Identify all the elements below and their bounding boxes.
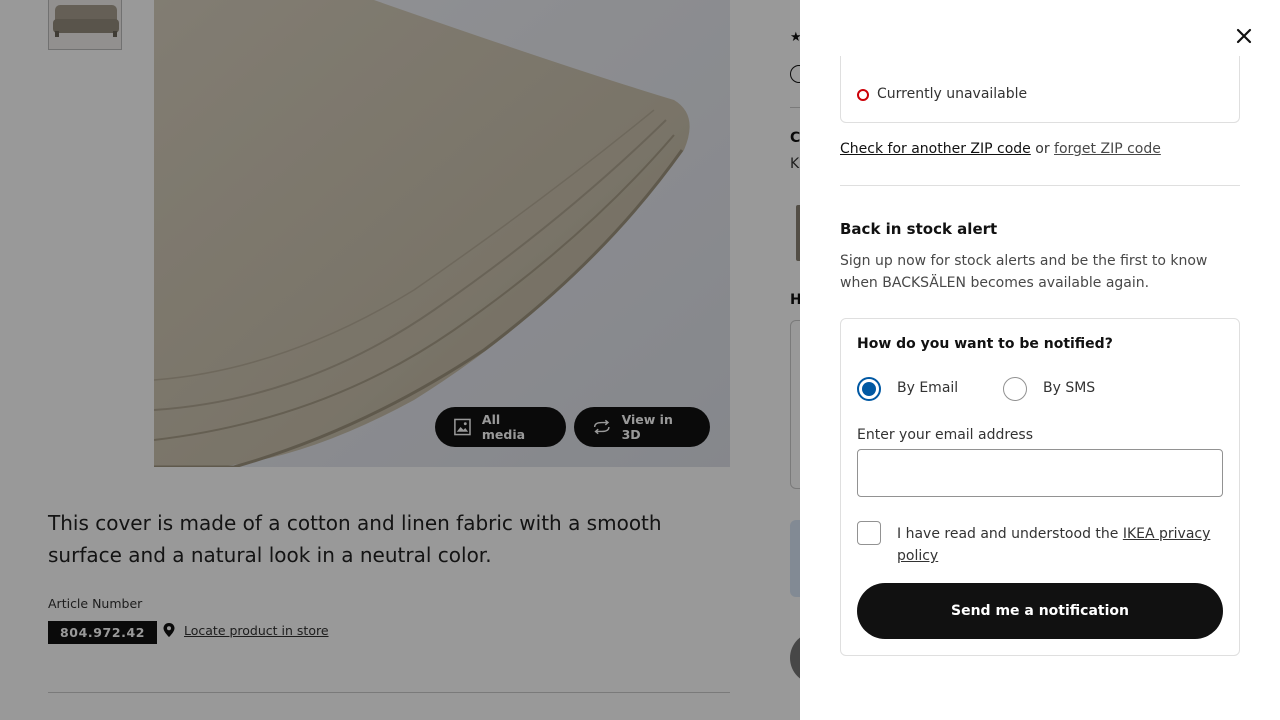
close-button[interactable] [1226,18,1262,54]
availability-status: Currently unavailable [877,86,1028,102]
email-radio-label[interactable]: By Email [897,380,958,396]
close-icon [1236,28,1252,44]
or-text: or [1035,141,1050,157]
privacy-consent-checkbox[interactable] [857,521,881,545]
forget-zip-code-link[interactable]: forget ZIP code [1054,141,1161,157]
sms-radio[interactable] [1003,377,1027,401]
back-in-stock-title: Back in stock alert [840,220,998,238]
email-field[interactable] [857,449,1223,497]
unavailable-status-icon [857,89,869,101]
back-in-stock-description: Sign up now for stock alerts and be the … [840,253,1208,291]
divider [840,185,1240,186]
check-zip-code-link[interactable]: Check for another ZIP code [840,141,1031,157]
sms-radio-label[interactable]: By SMS [1043,380,1095,396]
send-notification-button[interactable]: Send me a notification [857,583,1223,639]
consent-text: I have read and understood the [897,526,1119,542]
email-field-label: Enter your email address [857,427,1034,443]
notification-question: How do you want to be notified? [857,336,1113,352]
privacy-consent-text: I have read and understood the IKEA priv… [897,523,1217,567]
zip-code-links: Check for another ZIP code or forget ZIP… [840,141,1161,157]
email-radio[interactable] [857,377,881,401]
